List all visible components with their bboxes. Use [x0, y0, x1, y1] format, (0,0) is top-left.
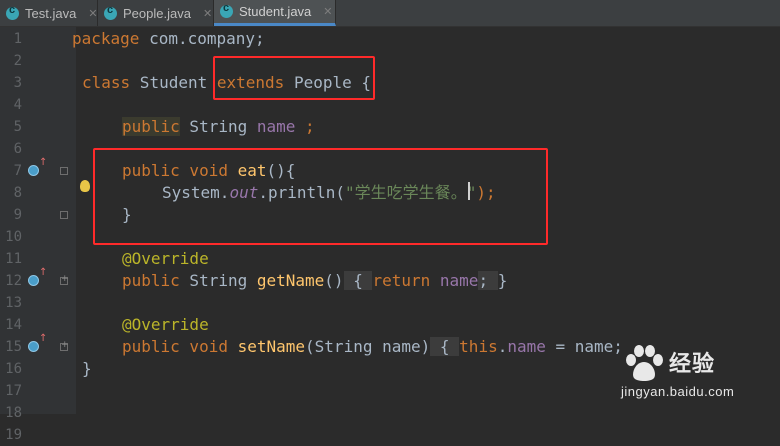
close-icon[interactable]: ✕ — [88, 7, 97, 20]
line-number: 19 — [5, 427, 22, 443]
semicolon: ; — [478, 271, 498, 290]
line-number: 5 — [13, 119, 22, 135]
line-number: 13 — [5, 295, 22, 311]
code-line-14: @Override — [122, 314, 209, 336]
annotation: @Override — [122, 315, 209, 334]
code-line-12: public String getName() { return name; } — [122, 270, 507, 292]
override-marker-icon[interactable] — [28, 275, 39, 286]
tab-label: People.java — [123, 5, 191, 21]
line-number: 1 — [13, 31, 22, 47]
line-number: 14 — [5, 317, 22, 333]
watermark-url: jingyan.baidu.com — [621, 384, 735, 399]
keyword: return — [372, 271, 431, 290]
override-marker-icon[interactable] — [28, 341, 39, 352]
type-name: String — [179, 271, 257, 290]
class-name: Student — [130, 73, 217, 92]
tab-label: Student.java — [239, 4, 312, 19]
editor-tab-bar: Test.java ✕ People.java ✕ Student.java ✕ — [0, 0, 780, 27]
semicolon: ; — [295, 117, 315, 136]
code-line-1: package com.company; — [72, 28, 265, 50]
brace: } — [82, 359, 92, 378]
brace: } — [497, 271, 508, 290]
arrow-up-icon: ↑ — [39, 333, 48, 344]
override-marker-icon[interactable] — [28, 165, 39, 176]
fold-collapse-icon[interactable] — [60, 167, 68, 175]
line-number: 16 — [5, 361, 22, 377]
highlight-box-eat-method — [93, 148, 548, 245]
line-number: 17 — [5, 383, 22, 399]
method-name: setName — [237, 337, 306, 356]
line-number: 2 — [13, 53, 22, 69]
fold-expand-icon[interactable] — [60, 340, 69, 351]
paw-logo-icon — [626, 345, 663, 381]
line-number: 18 — [5, 405, 22, 421]
method-name: getName — [256, 271, 325, 290]
tab-test-java[interactable]: Test.java ✕ — [0, 0, 98, 26]
close-icon[interactable]: ✕ — [323, 5, 332, 18]
line-number: 7 — [13, 163, 22, 179]
java-class-icon — [220, 2, 233, 18]
arrow-up-icon: ↑ — [39, 267, 48, 278]
code-line-15: public void setName(String name) { this.… — [122, 336, 623, 358]
line-number: 6 — [13, 141, 22, 157]
baidu-jingyan-watermark: 经验 jingyan.baidu.com — [621, 340, 766, 406]
keyword: package — [72, 29, 140, 48]
highlight-box-extends — [213, 56, 375, 100]
line-number: 11 — [5, 251, 22, 267]
keyword: public void — [122, 337, 238, 356]
field-name: name — [507, 337, 546, 356]
field-name: name — [256, 117, 296, 136]
dot: . — [497, 337, 508, 356]
tab-label: Test.java — [25, 5, 77, 21]
package-name: com.company; — [139, 29, 265, 48]
fold-expand-icon[interactable] — [60, 274, 69, 285]
line-number: 3 — [13, 75, 22, 91]
folded-region[interactable]: { — [430, 337, 460, 356]
code-line-5: public String name ; — [122, 116, 315, 138]
folded-region[interactable]: { — [343, 271, 373, 290]
line-number: 12 — [5, 273, 22, 289]
line-number: 4 — [13, 97, 22, 113]
field-name: name — [439, 271, 479, 290]
tab-people-java[interactable]: People.java ✕ — [98, 0, 214, 26]
close-icon[interactable]: ✕ — [203, 7, 212, 20]
editor-gutter[interactable]: 1 2 3 4 5 6 7 8 9 10 11 12 13 14 15 16 1… — [0, 27, 76, 443]
code-line-11: @Override — [122, 248, 209, 270]
line-number: 15 — [5, 339, 22, 355]
java-class-icon — [104, 4, 117, 20]
line-number: 10 — [5, 229, 22, 245]
line-number: 8 — [13, 185, 22, 201]
tab-student-java[interactable]: Student.java ✕ — [214, 0, 336, 26]
keyword: class — [82, 73, 131, 92]
annotation: @Override — [122, 249, 209, 268]
java-class-icon — [6, 4, 19, 20]
arrow-up-icon: ↑ — [39, 157, 48, 168]
method-params: (String name) — [305, 337, 431, 356]
line-number: 9 — [13, 207, 22, 223]
fold-collapse-icon[interactable] — [60, 211, 68, 219]
assignment: = name; — [545, 337, 623, 356]
keyword: this — [459, 337, 498, 356]
method-params: () — [324, 271, 344, 290]
code-line-16: } — [82, 358, 92, 380]
watermark-title: 经验 — [669, 352, 716, 377]
type-name: String — [179, 117, 257, 136]
keyword: public — [122, 271, 180, 290]
keyword: public — [122, 117, 180, 136]
